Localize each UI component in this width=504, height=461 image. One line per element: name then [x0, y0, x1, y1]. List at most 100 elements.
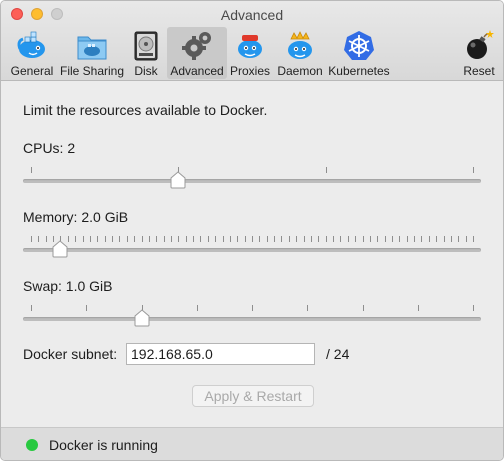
tab-file-sharing[interactable]: File Sharing — [59, 27, 125, 79]
slider-tick — [119, 236, 120, 242]
status-indicator-dot — [26, 439, 38, 451]
slider-tick — [127, 236, 128, 242]
slider-tick — [377, 236, 378, 242]
slider-tick — [414, 236, 415, 242]
bomb-icon — [467, 30, 494, 59]
slider-tick — [289, 236, 290, 242]
intro-text: Limit the resources available to Docker. — [23, 102, 268, 118]
tab-label: General — [10, 64, 54, 78]
memory-slider-thumb[interactable] — [52, 240, 68, 258]
slider-tick — [149, 236, 150, 242]
daemon-whale-icon — [288, 31, 312, 59]
slider-tick — [274, 236, 275, 242]
swap-slider-thumb[interactable] — [134, 309, 150, 327]
folder-whale-icon — [77, 36, 107, 60]
slider-tick — [38, 236, 39, 242]
slider-tick — [237, 236, 238, 242]
window-title: Advanced — [220, 7, 284, 23]
memory-slider-track[interactable] — [23, 248, 481, 252]
slider-tick — [466, 236, 467, 242]
subnet-mask-suffix: / 24 — [326, 346, 350, 362]
tab-proxies[interactable]: Proxies — [229, 27, 271, 79]
slider-tick — [193, 236, 194, 242]
slider-tick — [223, 236, 224, 242]
slider-tick — [156, 236, 157, 242]
slider-tick — [451, 236, 452, 242]
slider-tick — [399, 236, 400, 242]
slider-tick — [200, 236, 201, 242]
slider-tick — [407, 236, 408, 242]
cpus-label: CPUs: 2 — [23, 140, 76, 156]
docker-subnet-input[interactable] — [126, 343, 315, 365]
tab-general[interactable]: General — [7, 27, 57, 79]
docker-subnet-label: Docker subnet: — [23, 346, 118, 362]
slider-tick — [259, 236, 260, 242]
slider-tick — [208, 236, 209, 242]
slider-tick — [307, 305, 308, 311]
slider-tick — [363, 236, 364, 242]
slider-tick — [281, 236, 282, 242]
apply-restart-button[interactable]: Apply & Restart — [192, 385, 314, 407]
status-text: Docker is running — [49, 437, 158, 453]
slider-tick — [97, 236, 98, 242]
slider-tick — [370, 236, 371, 242]
slider-tick — [86, 305, 87, 311]
cpus-slider-thumb[interactable] — [170, 171, 186, 189]
status-bar: Docker is running — [1, 427, 503, 460]
memory-slider-ticks — [23, 236, 481, 244]
tab-label: Proxies — [229, 64, 270, 78]
slider-tick — [348, 236, 349, 242]
slider-tick — [473, 305, 474, 311]
slider-tick — [296, 236, 297, 242]
slider-tick — [186, 236, 187, 242]
memory-label: Memory: 2.0 GiB — [23, 209, 129, 225]
tab-label: File Sharing — [59, 64, 125, 78]
slider-tick — [215, 236, 216, 242]
proxy-whale-icon — [238, 35, 262, 58]
tab-label: Daemon — [277, 64, 323, 78]
slider-tick — [142, 236, 143, 242]
slider-tick — [385, 236, 386, 242]
slider-tick — [134, 236, 135, 242]
slider-tick — [46, 236, 47, 242]
slider-tick — [105, 236, 106, 242]
advanced-settings-pane: Limit the resources available to Docker.… — [1, 82, 503, 427]
tab-advanced[interactable]: Advanced — [167, 27, 227, 79]
slider-tick — [90, 236, 91, 242]
slider-tick — [171, 236, 172, 242]
slider-tick — [355, 236, 356, 242]
titlebar: Advanced General File Sharing Disk Advan… — [1, 1, 503, 81]
tab-label: Advanced — [170, 64, 224, 78]
gears-icon — [182, 32, 211, 60]
preferences-window: Advanced General File Sharing Disk Advan… — [0, 0, 504, 461]
slider-tick — [75, 236, 76, 242]
cpus-slider-ticks — [23, 167, 481, 175]
cpus-slider-track[interactable] — [23, 179, 481, 183]
slider-tick — [31, 167, 32, 173]
slider-tick — [473, 236, 474, 242]
slider-tick — [68, 236, 69, 242]
slider-tick — [252, 305, 253, 311]
slider-tick — [178, 236, 179, 242]
kubernetes-wheel-icon — [344, 31, 374, 60]
swap-slider-track[interactable] — [23, 317, 481, 321]
tab-daemon[interactable]: Daemon — [275, 27, 325, 79]
slider-tick — [363, 305, 364, 311]
tab-disk[interactable]: Disk — [129, 27, 163, 79]
slider-tick — [31, 236, 32, 242]
tab-label: Disk — [134, 64, 158, 78]
slider-tick — [311, 236, 312, 242]
slider-tick — [326, 236, 327, 242]
slider-tick — [318, 236, 319, 242]
slider-tick — [164, 236, 165, 242]
slider-tick — [197, 305, 198, 311]
docker-whale-icon — [17, 31, 45, 58]
slider-tick — [252, 236, 253, 242]
tab-kubernetes[interactable]: Kubernetes — [327, 27, 391, 79]
slider-tick — [429, 236, 430, 242]
disk-icon — [134, 31, 158, 61]
tab-label: Reset — [463, 64, 495, 78]
slider-tick — [83, 236, 84, 242]
slider-tick — [31, 305, 32, 311]
tab-reset[interactable]: Reset — [459, 27, 499, 79]
